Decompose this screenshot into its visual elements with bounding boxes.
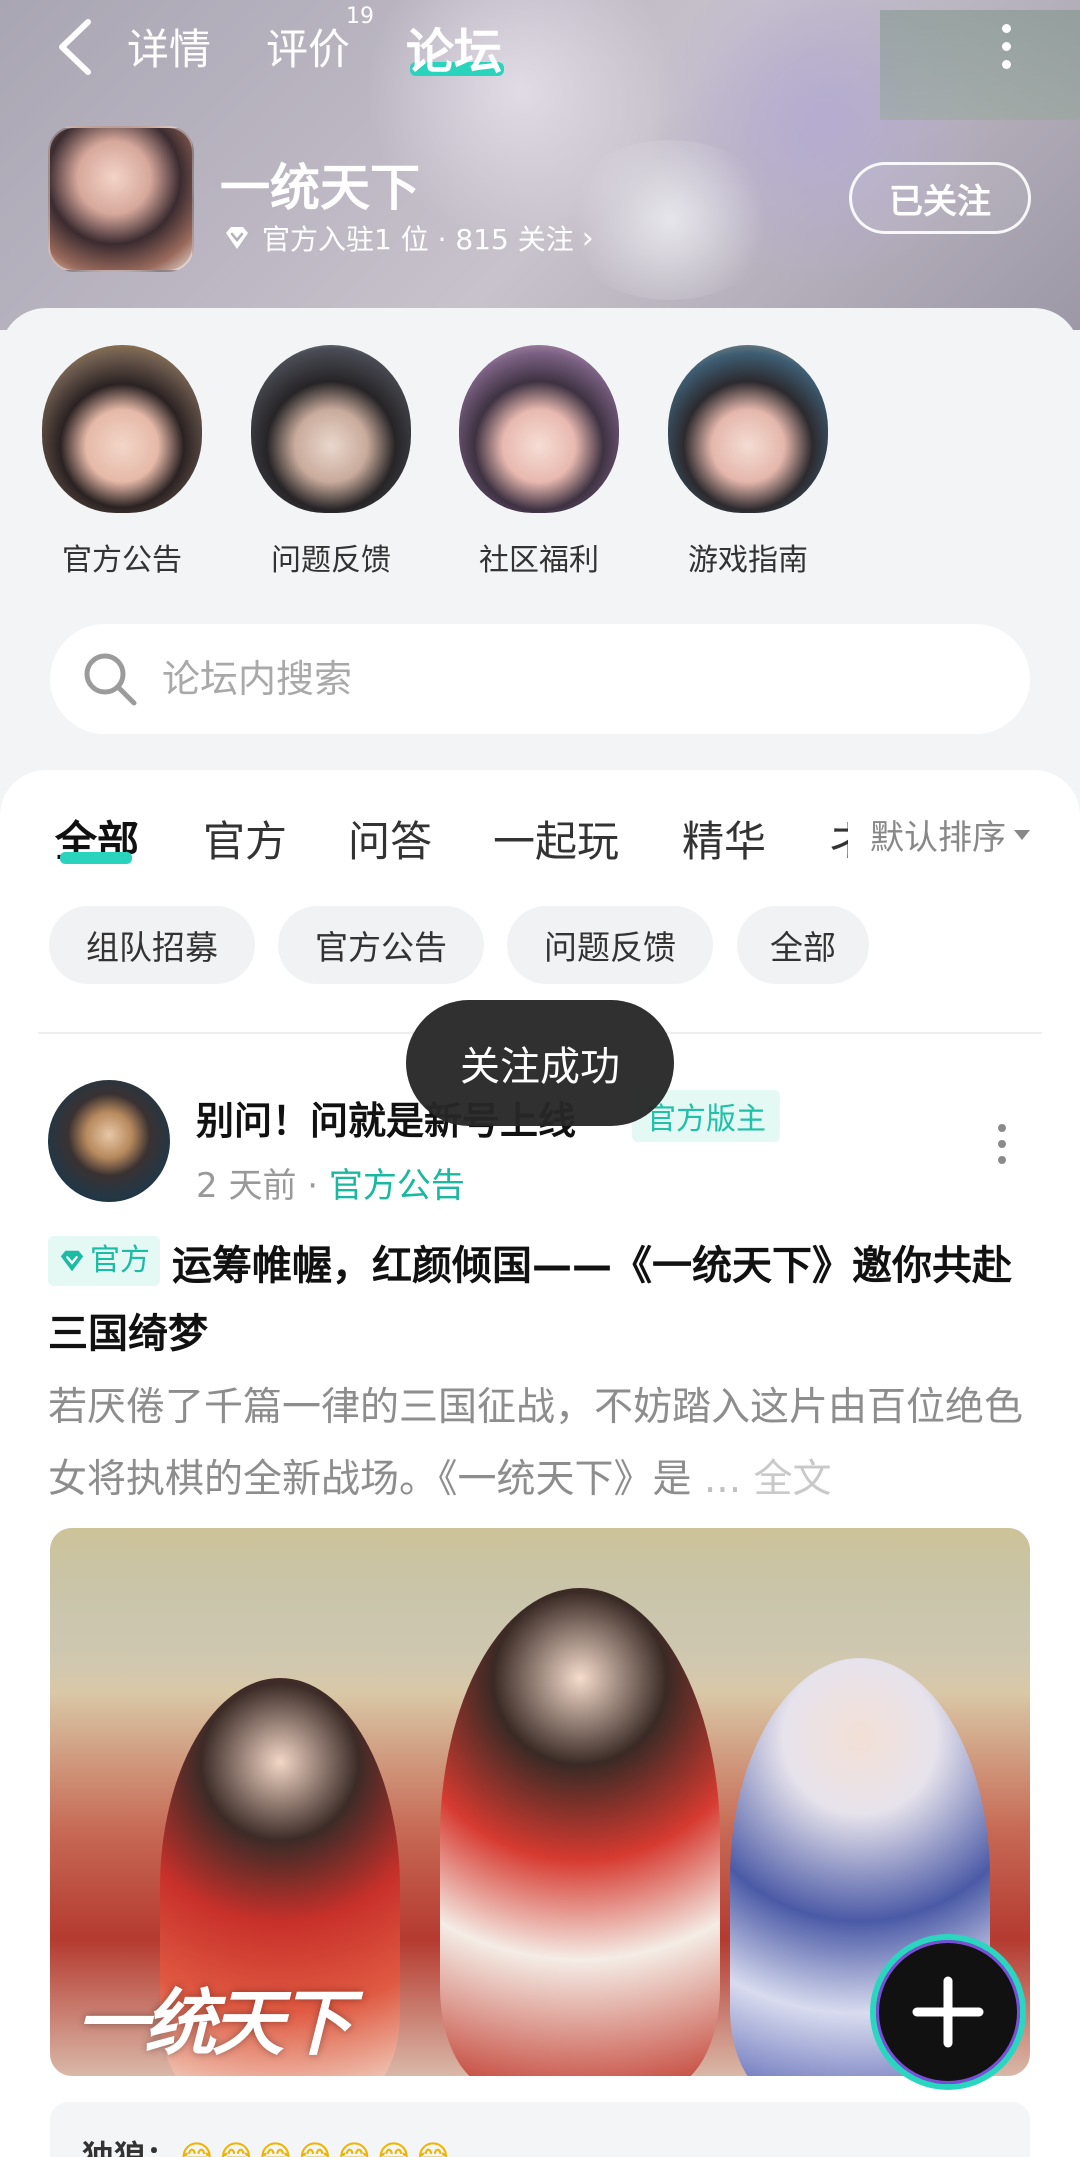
followed-button[interactable]: 已关注 <box>849 162 1031 234</box>
category-avatar <box>668 345 828 513</box>
feed-tab-indicator <box>60 852 132 864</box>
category-label: 官方公告 <box>62 543 182 578</box>
sort-dropdown[interactable]: 默认排序 <box>866 810 1030 859</box>
reviews-count-badge: 19 <box>346 4 374 29</box>
diamond-icon <box>60 1250 84 1272</box>
game-meta-text: 官方入驻1 位 · 815 关注 <box>262 223 574 256</box>
post-excerpt[interactable]: 若厌倦了千篇一律的三国征战，不妨踏入这片由百位绝色女将执棋的全新战场。《一统天下… <box>48 1372 1038 1516</box>
post-meta: 2 天前 · 官方公告 <box>196 1158 465 1207</box>
category-label: 社区福利 <box>479 543 599 578</box>
category-game-guide[interactable]: 游戏指南 <box>663 345 833 578</box>
back-arrow-icon <box>59 19 91 75</box>
back-button[interactable] <box>52 18 102 76</box>
comment-user: 独狼： <box>82 2138 179 2157</box>
feed-tab-qa[interactable]: 问答 <box>348 808 432 869</box>
post-title[interactable]: 官方 运筹帷幄，红颜倾国——《一统天下》邀你共赴三国绮梦 <box>48 1232 1038 1368</box>
category-avatar <box>42 345 202 513</box>
post-excerpt-text: 若厌倦了千篇一律的三国征战，不妨踏入这片由百位绝色女将执棋的全新战场。《一统天下… <box>48 1385 1024 1502</box>
category-label: 问题反馈 <box>271 543 391 578</box>
read-full-link[interactable]: 全文 <box>754 1457 832 1502</box>
official-tag-label: 官方 <box>90 1243 150 1278</box>
category-avatar <box>459 345 619 513</box>
game-title: 一统天下 <box>220 159 420 217</box>
comment-preview[interactable]: 独狼：😂😂😂😂😂😂😂 <box>50 2102 1030 2157</box>
game-icon[interactable] <box>48 126 194 272</box>
feed-tab-truncated[interactable]: ネ <box>828 808 848 869</box>
author-avatar[interactable] <box>48 1080 170 1202</box>
feed-tab-official[interactable]: 官方 <box>203 808 287 869</box>
excerpt-ellipsis: ... <box>691 1457 754 1502</box>
post-title-text: 运筹帷幄，红颜倾国——《一统天下》邀你共赴三国绮梦 <box>48 1243 1012 1357</box>
official-tag: 官方 <box>48 1236 160 1286</box>
follow-success-toast: 关注成功 <box>406 1000 674 1126</box>
plus-icon <box>912 1976 984 2048</box>
filter-chip-feedback[interactable]: 问题反馈 <box>507 906 713 984</box>
category-avatar <box>251 345 411 513</box>
feed-tab-featured[interactable]: 精华 <box>682 808 766 869</box>
meta-separator: · <box>296 1166 329 1206</box>
category-label: 游戏指南 <box>688 543 808 578</box>
tab-details[interactable]: 详情 <box>127 16 211 77</box>
image-figure <box>440 1588 720 2076</box>
tab-forum[interactable]: 论坛 <box>406 12 502 82</box>
search-input[interactable] <box>162 657 962 701</box>
filter-chip-official-announcement[interactable]: 官方公告 <box>278 906 484 984</box>
diamond-icon <box>226 227 248 249</box>
filter-chip-team-recruit[interactable]: 组队招募 <box>49 906 255 984</box>
create-post-button[interactable] <box>870 1934 1026 2090</box>
feed-tab-play-together[interactable]: 一起玩 <box>493 808 619 869</box>
game-logo-text: 一统天下 <box>76 1981 352 2065</box>
search-icon <box>84 653 137 706</box>
game-follow-meta[interactable]: 官方入驻1 位 · 815 关注 › <box>222 218 594 258</box>
category-community-benefits[interactable]: 社区福利 <box>454 345 624 578</box>
post-more-icon[interactable] <box>996 1124 1008 1164</box>
post-time: 2 天前 <box>196 1166 297 1206</box>
category-feedback[interactable]: 问题反馈 <box>246 345 416 578</box>
chevron-right-icon: › <box>581 220 594 256</box>
comment-emojis: 😂😂😂😂😂😂😂 <box>178 2138 454 2157</box>
banner-art <box>880 10 1080 120</box>
category-official-announcement[interactable]: 官方公告 <box>37 345 207 578</box>
more-options-icon[interactable] <box>998 24 1014 70</box>
sort-label: 默认排序 <box>870 818 1006 858</box>
forum-search-box[interactable] <box>50 624 1030 734</box>
tab-reviews[interactable]: 评价 <box>266 16 350 77</box>
filter-chip-all[interactable]: 全部 <box>737 906 869 984</box>
dropdown-triangle-icon <box>1014 829 1030 840</box>
post-category-link[interactable]: 官方公告 <box>329 1166 465 1206</box>
